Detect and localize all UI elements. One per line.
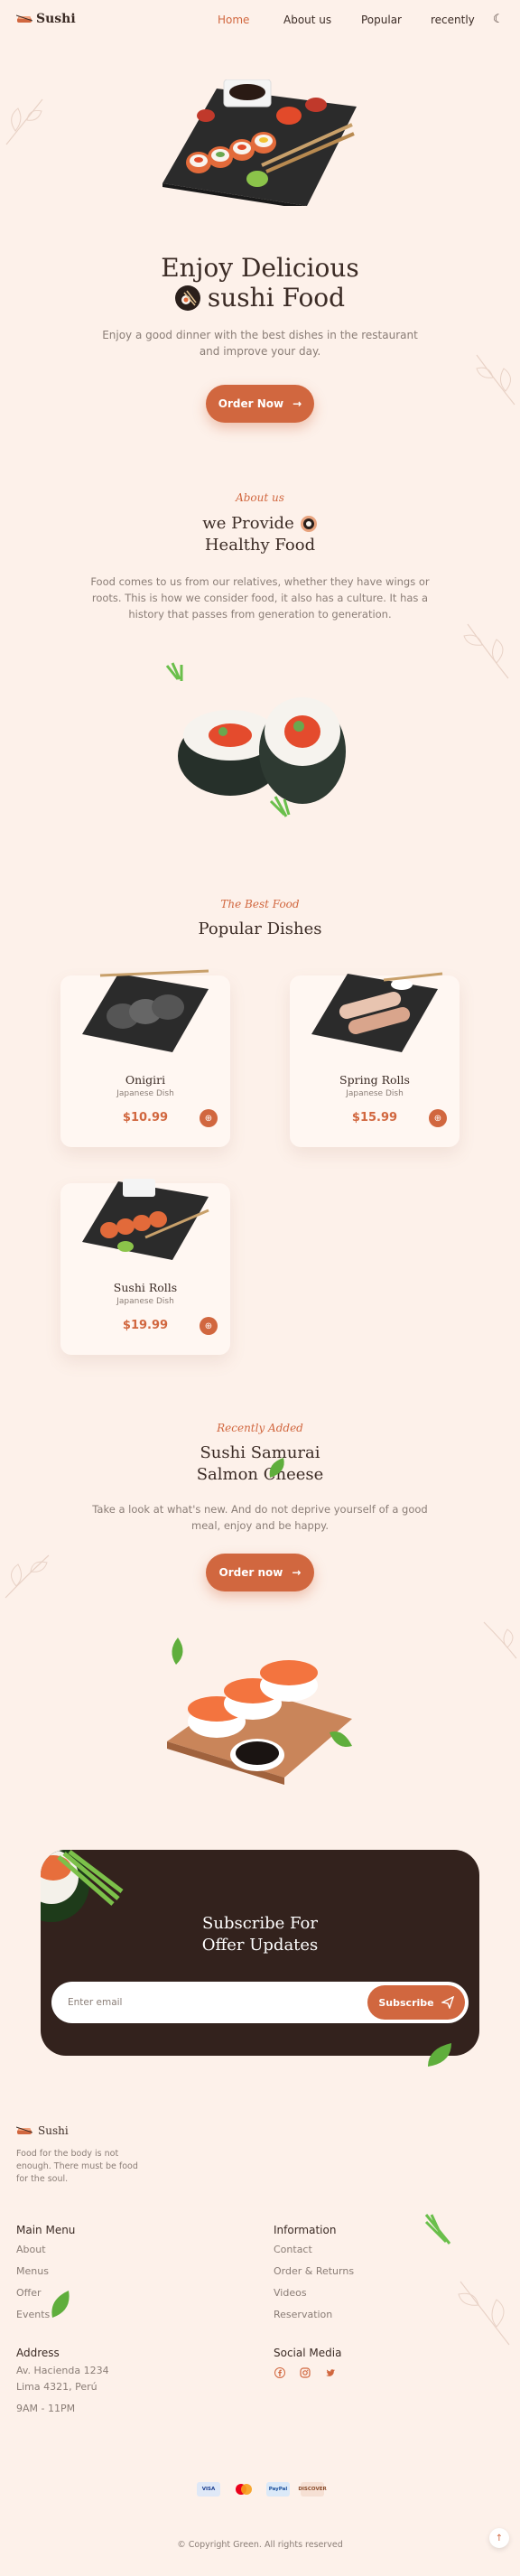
instagram-icon[interactable] [299,2366,311,2379]
address-line-1: Av. Hacienda 1234 [16,2365,109,2376]
chopsticks-sushi-icon [174,285,200,311]
arrow-right-icon: → [292,1566,302,1579]
onigiri-image [82,969,209,1052]
about-title: we Provide Healthy Food [0,513,520,556]
popular-subtitle: The Best Food [220,898,300,910]
leaf-icon [269,1458,284,1478]
dish-card[interactable]: Spring Rolls Japanese Dish $15.99 ⊕ [290,972,460,1147]
hero-description: Enjoy a good dinner with the best dishes… [102,329,418,358]
sushi-rolls-plate-image [82,1179,209,1260]
arrow-right-icon: → [292,397,302,410]
main-menu-heading: Main Menu [16,2224,76,2236]
order-now-button[interactable]: Order Now → [206,385,314,423]
scroll-up-button[interactable]: ↑ [489,2528,509,2548]
spring-rolls-image [311,972,443,1052]
leaf-icon [428,2043,451,2067]
leaf-decoration-icon [5,98,43,145]
leaf-decoration-icon [458,2281,510,2346]
footer-link-reservation[interactable]: Reservation [274,2309,332,2320]
discover-icon: DISCOVER [298,2482,327,2497]
sushi-rolls-image [165,662,346,817]
subscribe-title: Subscribe For Offer Updates [0,1913,520,1956]
order-now-button-recent[interactable]: Order now → [206,1554,314,1591]
recently-subtitle: Recently Added [217,1422,303,1434]
address-heading: Address [16,2347,60,2359]
dish-name: Sushi Rolls [113,1281,178,1294]
recently-description: Take a look at what's new. And do not de… [92,1503,428,1532]
arrow-up-icon: ↑ [495,2533,504,2543]
salmon-sushi-image [167,1638,352,1785]
nav-recently[interactable]: recently [431,14,475,26]
leaf-icon [51,2291,70,2318]
copyright: © Copyright Green. All rights reserved [177,2540,343,2550]
recently-title: Sushi Samurai Salmon Cheese [0,1442,520,1486]
dish-card[interactable]: Onigiri Japanese Dish $10.99 ⊕ [60,969,230,1147]
information-heading: Information [274,2224,337,2236]
nav-popular[interactable]: Popular [361,14,402,26]
subscribe-form: Subscribe [51,1982,469,2023]
recently-title-line1: Sushi Samurai [200,1443,320,1462]
footer-logo[interactable]: Sushi [16,2124,69,2137]
order-now-label: Order now [218,1566,283,1579]
order-now-label: Order Now [218,397,284,410]
send-icon [441,1996,454,2009]
leaf-decoration-icon [483,1621,517,1659]
header: Sushi Home About us Popular recently ☾ [0,0,520,42]
add-to-cart-button[interactable]: ⊕ [200,1109,218,1127]
about-title-line1: we Provide [202,514,294,533]
moon-icon[interactable]: ☾ [493,13,504,26]
footer-logo-text: Sushi [38,2124,69,2137]
address-line-2: Lima 4321, Perú [16,2381,98,2393]
email-input[interactable] [68,1993,357,2012]
footer-link-events[interactable]: Events [16,2309,50,2320]
social-media-heading: Social Media [274,2347,342,2359]
leaf-decoration-icon [476,354,515,406]
dish-category: Japanese Dish [116,1089,174,1098]
visa-icon: VISA [197,2482,220,2497]
hero-title-text: sushi Food [207,283,346,313]
paypal-icon: PayPal [266,2482,290,2497]
sushi-platter-image [162,79,357,206]
add-to-cart-button[interactable]: ⊕ [200,1317,218,1335]
nav-about-us[interactable]: About us [283,14,331,26]
hero-title: Enjoy Delicious [161,253,359,283]
about-description: Food comes to us from our relatives, whe… [90,575,430,621]
footer-link-order-returns[interactable]: Order & Returns [274,2265,354,2277]
about-subtitle: About us [236,491,284,504]
dish-category: Japanese Dish [346,1089,404,1098]
subscribe-title-line1: Subscribe For [202,1914,318,1933]
hero-title-line2: sushi Food [0,283,520,313]
footer-link-videos[interactable]: Videos [274,2287,307,2299]
logo-text: Sushi [36,12,76,26]
logo[interactable]: Sushi [16,12,76,26]
footer-link-menus[interactable]: Menus [16,2265,49,2277]
nav-home[interactable]: Home [218,14,249,26]
sushi-logo-icon [16,2126,32,2134]
leaf-icon [424,2214,451,2245]
twitter-icon[interactable] [324,2366,337,2379]
dish-name: Spring Rolls [339,1073,410,1087]
opening-hours: 9AM - 11PM [16,2403,76,2414]
dish-name: Onigiri [125,1073,166,1087]
leaf-decoration-icon [463,623,509,679]
footer-link-offer[interactable]: Offer [16,2287,42,2299]
footer-description: Food for the body is not enough. There m… [16,2149,138,2184]
facebook-icon[interactable] [274,2366,286,2379]
dish-card[interactable]: Sushi Rolls Japanese Dish $19.99 ⊕ [60,1179,230,1355]
sushi-logo-icon [16,14,32,23]
subscribe-title-line2: Offer Updates [201,1936,319,1955]
mastercard-icon [232,2482,255,2497]
footer-link-about[interactable]: About [16,2244,46,2255]
leaf-decoration-icon [5,1554,50,1599]
add-to-cart-button[interactable]: ⊕ [429,1109,447,1127]
subscribe-button[interactable]: Subscribe [367,1985,465,2020]
popular-title: Popular Dishes [198,919,322,938]
about-title-line2: Healthy Food [204,536,316,555]
sushi-bowl-icon [300,516,317,532]
footer-link-contact[interactable]: Contact [274,2244,312,2255]
recently-title-line2: Salmon Cheese [196,1465,324,1484]
dish-category: Japanese Dish [116,1297,174,1306]
subscribe-label: Subscribe [378,1996,434,2009]
